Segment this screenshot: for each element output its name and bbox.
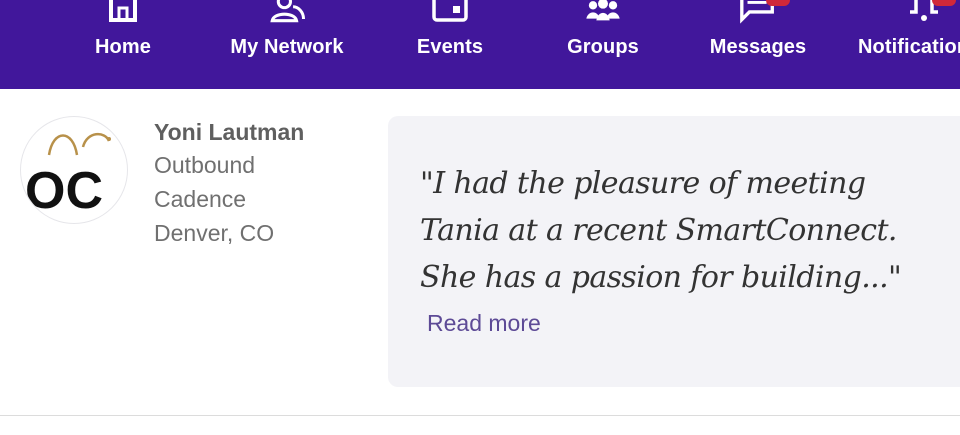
nav-label: Events xyxy=(416,36,484,58)
divider xyxy=(0,415,960,416)
network-icon xyxy=(267,0,307,26)
notifications-unread-badge xyxy=(932,0,956,6)
nav-label: Home xyxy=(95,36,151,58)
profile-name[interactable]: Yoni Lautman xyxy=(154,116,304,148)
calendar-icon xyxy=(430,0,470,26)
nav-label: Messages xyxy=(709,36,807,58)
testimonial-quote: "I had the pleasure of meeting Tania at … xyxy=(420,166,902,295)
nav-label: Groups xyxy=(567,36,639,58)
nav-item-messages[interactable]: Messages xyxy=(702,0,814,89)
profile-info: Yoni Lautman Outbound Cadence Denver, CO xyxy=(154,116,304,250)
company-logo: OC xyxy=(25,133,111,220)
avatar-text: OC xyxy=(25,162,103,220)
nav-label: Notifications xyxy=(858,36,960,58)
nav-item-events[interactable]: Events xyxy=(410,0,490,89)
nav-item-notifications[interactable]: Notifications xyxy=(858,0,960,89)
testimonial-card: "I had the pleasure of meeting Tania at … xyxy=(388,116,960,387)
read-more-link[interactable]: Read more xyxy=(427,310,541,337)
location: Denver, CO xyxy=(154,220,275,246)
top-navigation-bar: Home My Network Events Groups Messages N… xyxy=(0,0,960,89)
nav-item-my-network[interactable]: My Network xyxy=(222,0,352,89)
groups-icon xyxy=(583,0,623,26)
company-name-line1: Outbound xyxy=(154,152,256,178)
messages-unread-badge xyxy=(766,0,790,6)
company-name-line2: Cadence xyxy=(154,186,247,212)
home-icon xyxy=(103,0,143,26)
nav-item-groups[interactable]: Groups xyxy=(560,0,646,89)
nav-label: My Network xyxy=(230,36,344,58)
avatar[interactable]: OC xyxy=(20,116,128,224)
nav-item-home[interactable]: Home xyxy=(83,0,163,89)
